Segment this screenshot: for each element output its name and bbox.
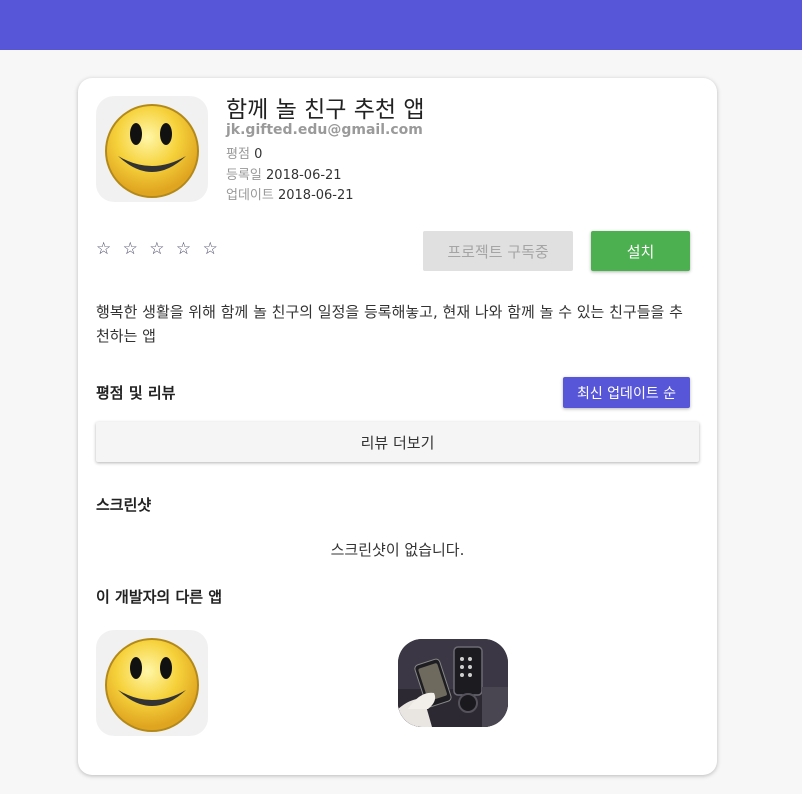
app-description: 행복한 생활을 위해 함께 놀 친구의 일정을 등록해놓고, 현재 나와 함께 …	[96, 303, 683, 345]
registered-date: 2018-06-21	[266, 168, 342, 183]
subscribe-project-button[interactable]: 프로젝트 구독중	[423, 231, 573, 271]
rating-label: 평점	[226, 147, 250, 162]
rating-value: 0	[254, 147, 263, 162]
rating-row: 평점 0	[226, 143, 262, 162]
smiley-face-icon	[105, 638, 199, 732]
updated-date: 2018-06-21	[277, 188, 354, 203]
app-icon	[96, 96, 208, 202]
no-screenshots-message: 스크린샷이 없습니다.	[330, 541, 465, 559]
star-rating-input[interactable]: ☆ ☆ ☆ ☆ ☆	[96, 239, 221, 259]
more-reviews-button[interactable]: 리뷰 더보기	[96, 422, 699, 462]
sort-latest-button[interactable]: 최신 업데이트 순	[563, 377, 690, 408]
screenshots-heading: 스크린샷	[96, 496, 152, 514]
smiley-face-icon	[105, 104, 199, 198]
updated-label: 업데이트	[226, 188, 274, 203]
developer-email: jk.gifted.edu@gmail.com	[226, 122, 423, 138]
other-apps-heading: 이 개발자의 다른 앱	[96, 588, 223, 606]
top-app-bar	[0, 0, 802, 50]
registered-row: 등록일 2018-06-21	[226, 164, 342, 183]
reviews-heading: 평점 및 리뷰	[96, 384, 176, 402]
other-app-smiley[interactable]	[96, 630, 208, 736]
smart-door-lock-photo	[398, 639, 508, 727]
install-button[interactable]: 설치	[591, 231, 690, 271]
updated-row: 업데이트 2018-06-21	[226, 184, 354, 203]
registered-label: 등록일	[226, 168, 262, 183]
app-detail-card: 함께 놀 친구 추천 앱 jk.gifted.edu@gmail.com 평점 …	[78, 78, 717, 775]
other-app-door-lock[interactable]	[398, 639, 508, 727]
app-title: 함께 놀 친구 추천 앱	[226, 97, 425, 123]
